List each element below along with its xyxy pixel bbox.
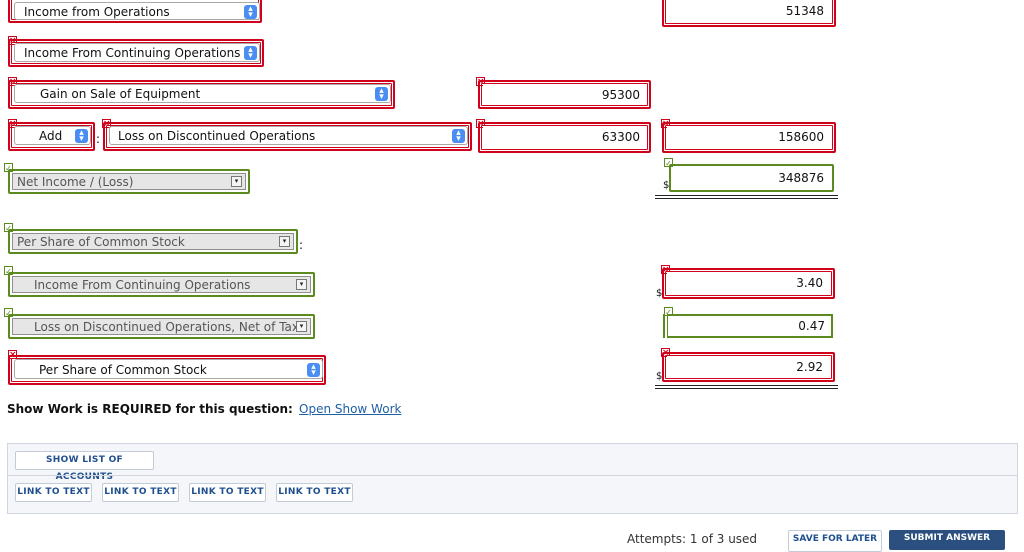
eps-total-input[interactable]: 2.92	[667, 356, 830, 377]
double-underline	[655, 385, 838, 389]
show-list-of-accounts-button[interactable]: SHOW LIST OF ACCOUNTS	[15, 451, 154, 482]
select-chevron-icon: ▴ ▾	[244, 5, 257, 19]
discontinued-total-value: 158600	[778, 130, 824, 144]
link-to-text-button[interactable]: LINK TO TEXT	[15, 483, 92, 502]
continuing-operations-label: Income From Continuing Operations	[24, 46, 241, 60]
discontinued-total-input[interactable]: 158600	[667, 126, 831, 148]
discontinued-input[interactable]: 63300	[483, 126, 647, 148]
eps-total-select[interactable]: Per Share of Common Stock ▴ ▾	[14, 359, 323, 379]
save-for-later-button[interactable]: SAVE FOR LATER	[788, 530, 882, 552]
eps-continuing-select: Income From Continuing Operations ▾	[12, 276, 311, 293]
double-underline	[655, 195, 838, 199]
gain-sale-input[interactable]: 95300	[483, 84, 647, 105]
discontinued-select[interactable]: Loss on Discontinued Operations ▴ ▾	[109, 126, 468, 145]
colon-separator: :	[96, 132, 101, 146]
gain-sale-label: Gain on Sale of Equipment	[40, 87, 201, 101]
select-chevron-icon: ▴ ▾	[375, 87, 388, 102]
tools-panel: SHOW LIST OF ACCOUNTS LINK TO TEXT LINK …	[7, 443, 1018, 514]
select-chevron-icon: ▴ ▾	[452, 129, 465, 144]
net-income-value: 348876	[778, 171, 824, 185]
eps-discontinued-label: Loss on Discontinued Operations, Net of …	[34, 320, 299, 334]
eps-total-value: 2.92	[796, 360, 823, 374]
discontinued-label: Loss on Discontinued Operations	[118, 129, 316, 143]
net-income-input[interactable]: 348876	[672, 167, 831, 189]
open-show-work-link[interactable]: Open Show Work	[299, 402, 401, 416]
continuing-operations-select[interactable]: Income From Continuing Operations ▴ ▾	[14, 43, 260, 62]
per-share-header-label: Per Share of Common Stock	[17, 235, 185, 249]
select-chevron-icon: ▴ ▾	[307, 363, 320, 378]
correct-marker	[663, 314, 665, 338]
select-chevron-icon: ▴ ▾	[244, 46, 257, 61]
income-operations-select[interactable]: Income from Operations ▴ ▾	[14, 2, 260, 20]
operator-label: Add	[39, 129, 63, 143]
dropdown-arrow-icon: ▾	[296, 279, 307, 290]
panel-divider	[8, 475, 1017, 476]
eps-discontinued-select: Loss on Discontinued Operations, Net of …	[12, 318, 311, 335]
discontinued-value: 63300	[601, 130, 640, 144]
operator-select[interactable]: Add ▴ ▾	[14, 126, 91, 145]
gain-sale-value: 95300	[601, 88, 640, 102]
income-operations-label: Income from Operations	[24, 5, 170, 19]
income-operations-value: 51348	[785, 4, 824, 18]
per-share-header-select: Per Share of Common Stock ▾	[12, 233, 294, 250]
eps-continuing-input[interactable]: 3.40	[667, 272, 830, 294]
dropdown-arrow-icon: ▾	[296, 321, 307, 332]
income-operations-input[interactable]: 51348	[667, 0, 831, 22]
link-to-text-button[interactable]: LINK TO TEXT	[276, 483, 353, 502]
submit-answer-button[interactable]: SUBMIT ANSWER	[889, 530, 1005, 550]
dropdown-arrow-icon: ▾	[231, 176, 242, 187]
eps-total-label: Per Share of Common Stock	[39, 363, 207, 377]
attempts-counter: Attempts: 1 of 3 used	[627, 532, 758, 546]
net-income-select: Net Income / (Loss) ▾	[12, 173, 246, 190]
eps-continuing-value: 3.40	[796, 276, 823, 290]
gain-sale-select[interactable]: Gain on Sale of Equipment ▴ ▾	[14, 84, 391, 103]
dropdown-arrow-icon: ▾	[279, 236, 290, 247]
colon-separator: :	[299, 238, 304, 252]
link-to-text-button[interactable]: LINK TO TEXT	[189, 483, 266, 502]
show-work-required-text: Show Work is REQUIRED for this question:	[7, 402, 293, 416]
eps-discontinued-input[interactable]: 0.47	[667, 314, 833, 338]
eps-discontinued-value: 0.47	[798, 319, 825, 333]
link-to-text-button[interactable]: LINK TO TEXT	[102, 483, 179, 502]
select-chevron-icon: ▴ ▾	[75, 129, 88, 144]
eps-continuing-label: Income From Continuing Operations	[34, 278, 251, 292]
net-income-label: Net Income / (Loss)	[17, 175, 134, 189]
